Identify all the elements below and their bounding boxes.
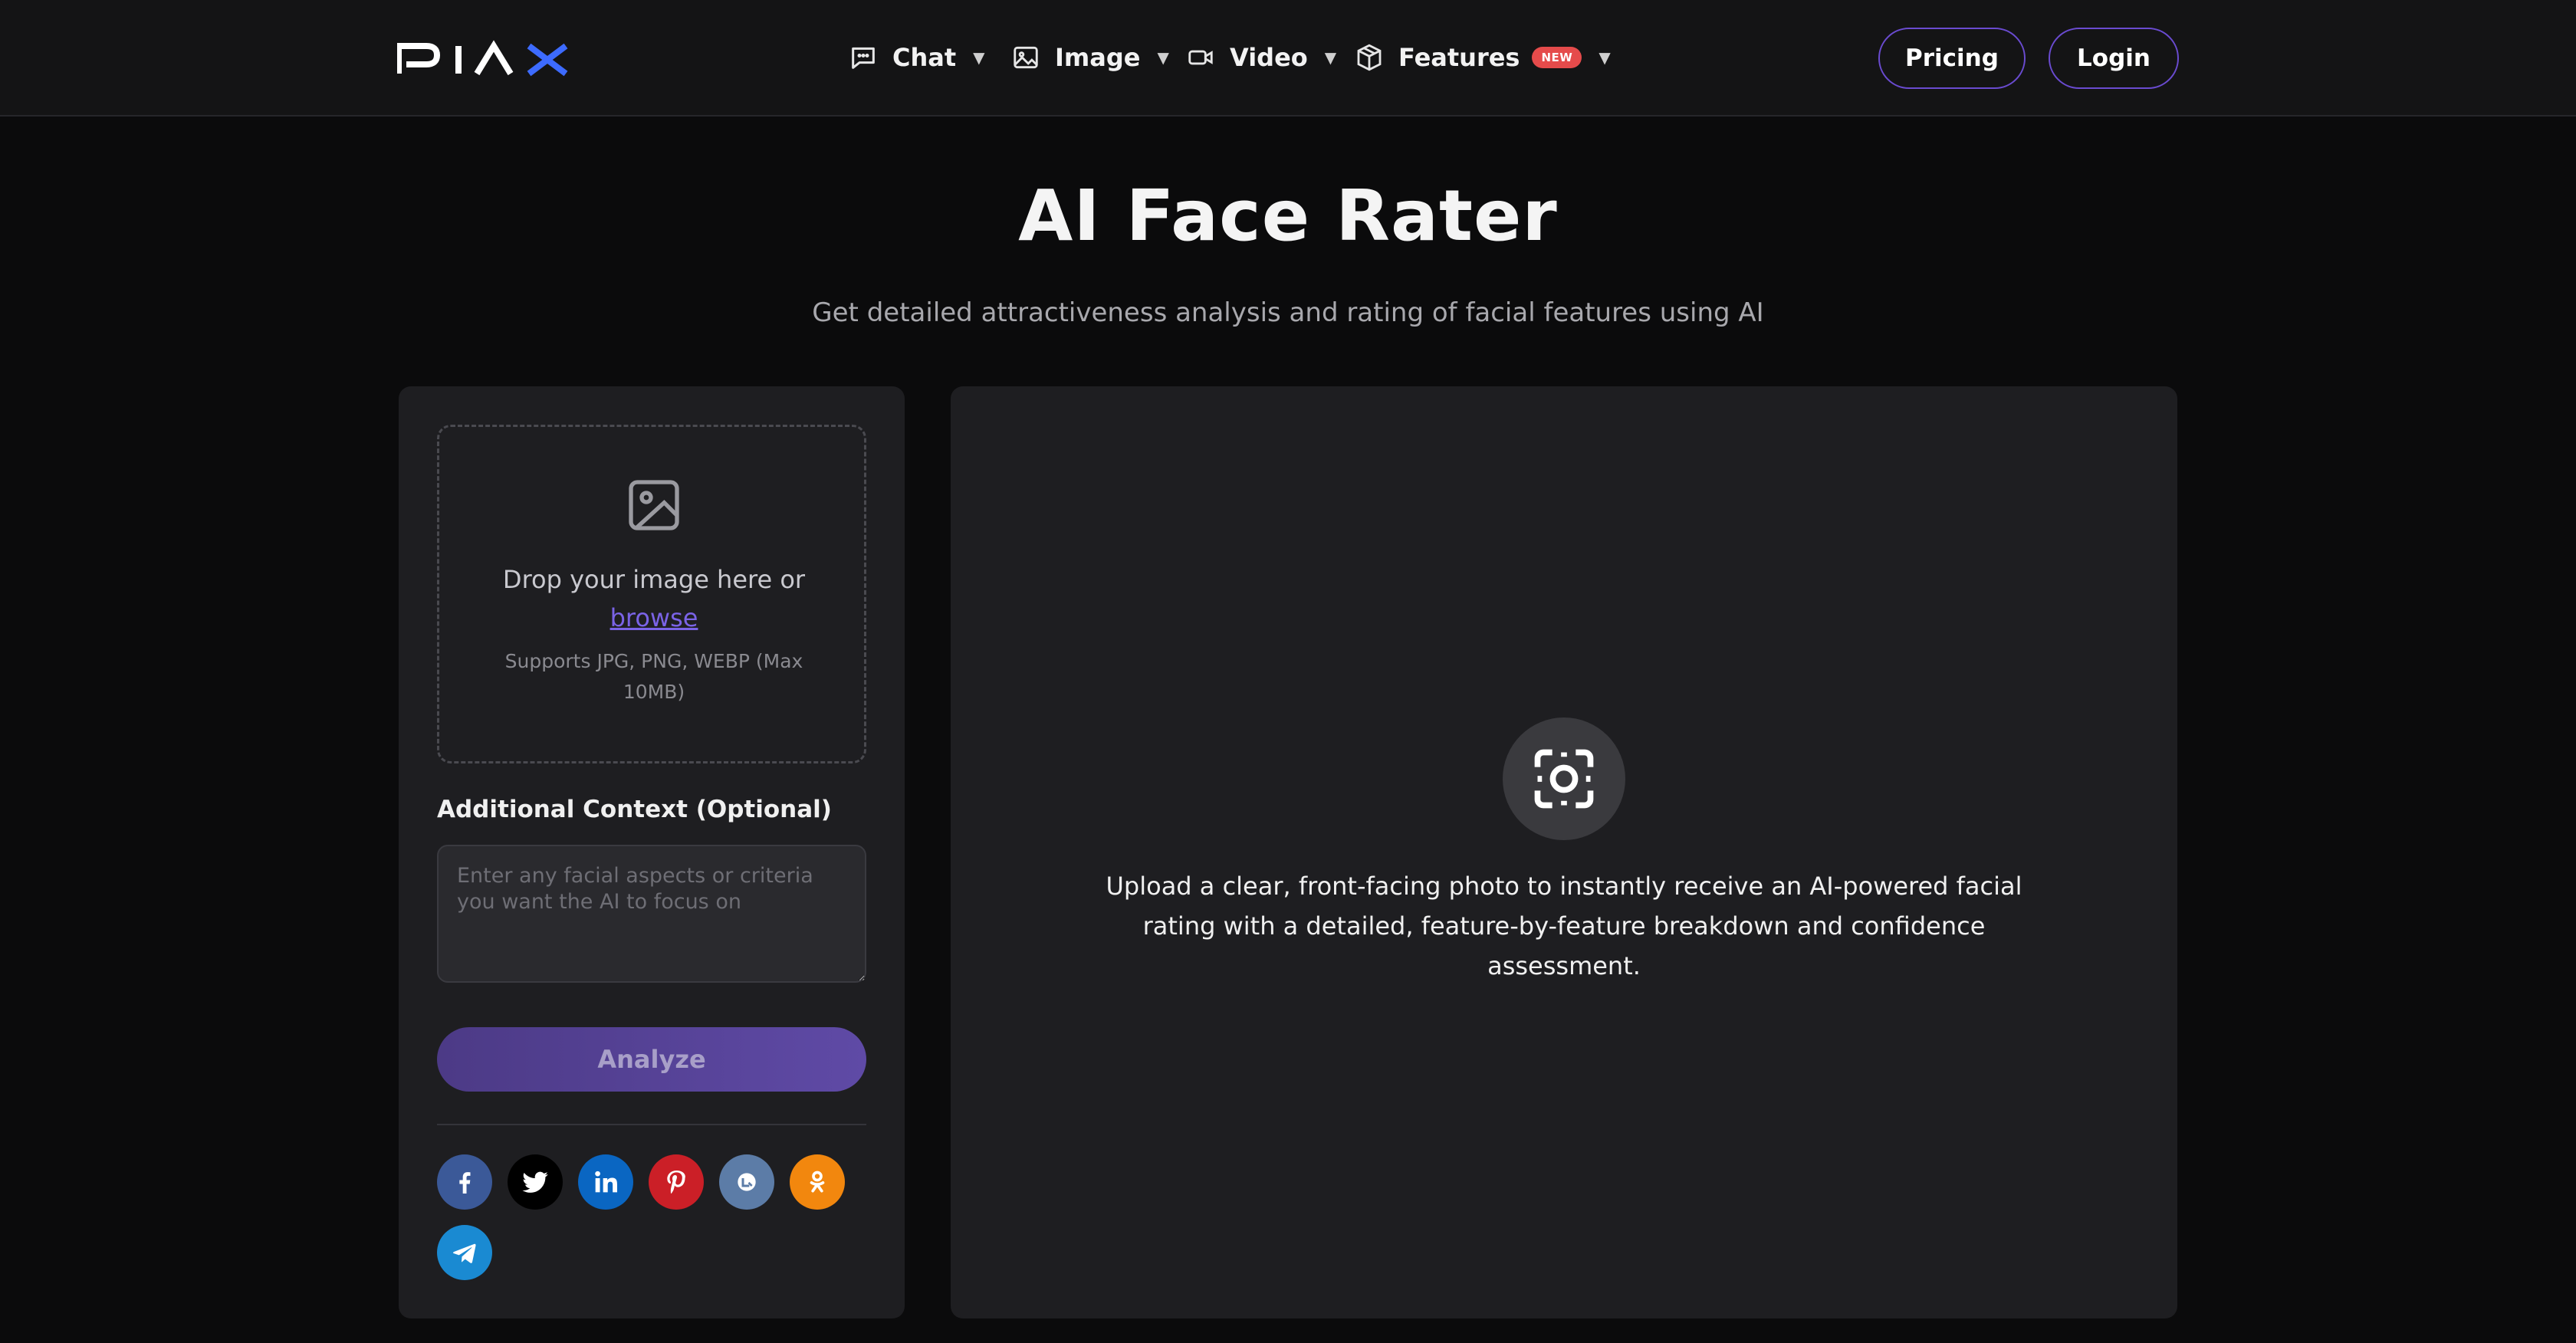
chat-bubble-icon (846, 41, 880, 74)
top-navigation-bar: Chat ▼ Image ▼ Video ▼ Features NEW ▼ Pr… (0, 0, 2576, 117)
page-title: AI Face Rater (1018, 175, 1558, 257)
pinterest-icon[interactable] (649, 1154, 704, 1210)
context-textarea[interactable] (437, 845, 866, 983)
chevron-down-icon: ▼ (1324, 48, 1337, 67)
facebook-icon[interactable] (437, 1154, 492, 1210)
face-scan-icon (1503, 717, 1625, 840)
page-subtitle: Get detailed attractiveness analysis and… (812, 297, 1764, 328)
image-placeholder-icon (623, 474, 685, 536)
twitter-icon[interactable] (508, 1154, 563, 1210)
image-icon (1009, 41, 1043, 74)
divider (437, 1124, 866, 1125)
video-camera-icon (1184, 41, 1217, 74)
dropzone-hint: Supports JPG, PNG, WEBP (Max 10MB) (504, 650, 803, 703)
nav-features[interactable]: Features NEW ▼ (1352, 34, 1611, 81)
analyze-button[interactable]: Analyze (437, 1027, 866, 1092)
context-label: Additional Context (Optional) (437, 796, 832, 823)
upload-panel: Drop your image here or browse Supports … (399, 386, 905, 1318)
chevron-down-icon: ▼ (973, 48, 985, 67)
nav-chat-label: Chat (892, 43, 957, 72)
chevron-down-icon: ▼ (1157, 48, 1169, 67)
features-box-icon (1352, 41, 1386, 74)
nav-video[interactable]: Video ▼ (1184, 34, 1336, 81)
new-badge: NEW (1532, 47, 1582, 68)
nav-video-label: Video (1230, 43, 1308, 72)
browse-link-wrapper: browse (439, 599, 869, 637)
pricing-button[interactable]: Pricing (1878, 28, 2026, 89)
telegram-icon[interactable] (437, 1225, 492, 1280)
nav-features-label: Features (1398, 43, 1520, 72)
image-dropzone[interactable]: Drop your image here or browse Supports … (437, 425, 866, 763)
result-panel: Upload a clear, front-facing photo to in… (951, 386, 2177, 1318)
linkedin-icon[interactable] (578, 1154, 633, 1210)
odnoklassniki-icon[interactable] (790, 1154, 845, 1210)
livejournal-icon[interactable] (719, 1154, 774, 1210)
dropzone-text: Drop your image here or (502, 565, 806, 594)
result-placeholder-text: Upload a clear, front-facing photo to in… (1106, 872, 2022, 980)
nav-image-label: Image (1055, 43, 1141, 72)
nav-image[interactable]: Image ▼ (1009, 34, 1169, 81)
main-nav: Chat ▼ Image ▼ Video ▼ Features NEW ▼ (0, 34, 2576, 81)
nav-chat[interactable]: Chat ▼ (846, 34, 985, 81)
browse-link[interactable]: browse (610, 603, 698, 632)
chevron-down-icon: ▼ (1598, 48, 1611, 67)
login-button[interactable]: Login (2049, 28, 2179, 89)
